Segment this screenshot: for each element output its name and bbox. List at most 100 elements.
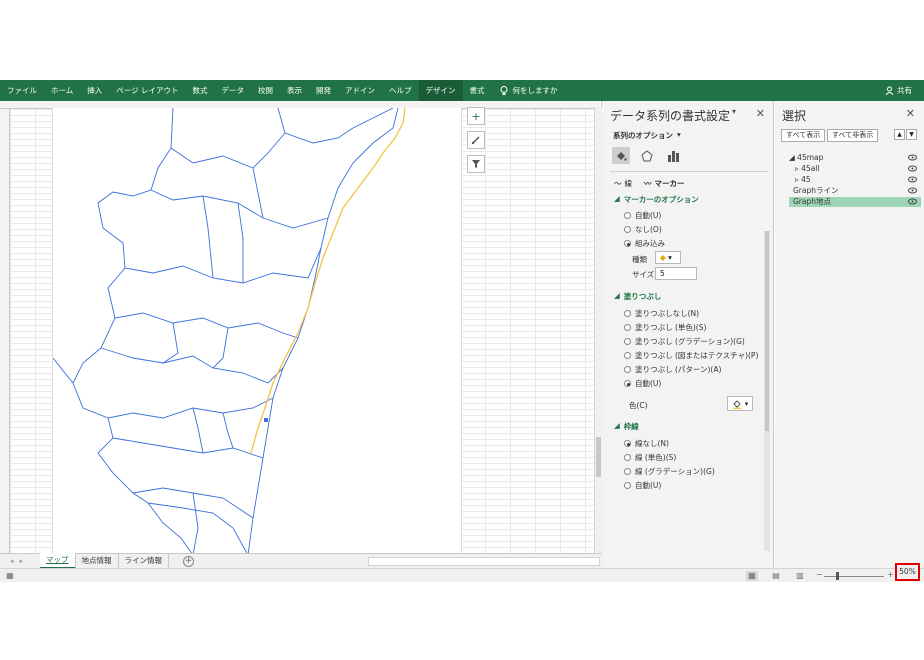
pane-options-dropdown[interactable]: ▾ [732,107,736,116]
radio-dot [624,212,631,219]
bring-forward-button[interactable]: ▲ [894,129,905,140]
tab-review[interactable]: 校閲 [251,80,280,101]
visibility-eye-icon[interactable] [908,198,917,208]
radio-dot [624,338,631,345]
visibility-eye-icon[interactable] [908,187,917,197]
tree-item-45all[interactable]: ▹ 45all [789,164,921,174]
tab-file[interactable]: ファイル [0,80,44,101]
ribbon-tab-bar: ファイル ホーム 挿入 ページ レイアウト 数式 データ 校閲 表示 開発 アド… [0,80,924,101]
tree-item-label: Graphライン [793,186,839,195]
page-layout-view-button[interactable]: ▤ [770,571,782,581]
size-spinner[interactable]: 5 [655,267,697,280]
sheet-tab-lines[interactable]: ライン情報 [119,554,169,568]
pane-scrollbar[interactable] [764,231,770,551]
border-none-radio[interactable]: 線なし(N) [624,438,669,449]
visibility-eye-icon[interactable] [908,165,917,175]
tree-item-label: 45map [797,153,824,162]
close-icon[interactable]: ✕ [756,107,765,120]
hide-all-button[interactable]: すべて非表示 [827,129,879,142]
normal-view-button[interactable]: ▦ [746,571,758,581]
tab-add-ins[interactable]: アドイン [338,80,382,101]
tree-item-graph-point[interactable]: Graph地点 [789,197,921,207]
chart-filters-button[interactable] [467,155,485,173]
chart-styles-button[interactable] [467,131,485,149]
border-solid-radio[interactable]: 線 (単色)(S) [624,452,676,463]
scroll-thumb[interactable] [596,437,601,477]
series-options-tab[interactable] [664,147,682,164]
tell-me-box[interactable]: 何をしますか [492,85,558,96]
fill-gradient-radio[interactable]: 塗りつぶし (グラデーション)(G) [624,336,745,347]
share-button[interactable]: 共有 [885,80,912,101]
effects-tab[interactable] [638,147,656,164]
visibility-eye-icon[interactable] [908,154,917,164]
fill-auto-radio[interactable]: 自動(U) [624,378,661,389]
color-picker-button[interactable]: ▾ [727,396,753,411]
fill-line-tab[interactable] [612,147,630,164]
zoom-out-icon[interactable]: − [816,570,823,579]
fill-solid-label: 塗りつぶし (単色)(S) [635,323,707,332]
tab-home[interactable]: ホーム [44,80,80,101]
map-plot[interactable] [53,108,462,555]
fill-section[interactable]: ◢ 塗りつぶし [614,291,661,302]
color-label: 色(C) [629,401,648,410]
sheet-nav-arrows[interactable]: ◂▸ [0,557,40,565]
tab-formulas[interactable]: 数式 [186,80,215,101]
zoom-knob[interactable] [836,572,839,580]
close-icon[interactable]: ✕ [906,107,915,120]
border-auto-radio[interactable]: 自動(U) [624,480,661,491]
expand-triangle-icon: ◢ [789,153,795,162]
tab-design[interactable]: デザイン [418,80,463,101]
map-chart[interactable] [52,108,462,555]
send-backward-button[interactable]: ▼ [906,129,917,140]
tab-insert[interactable]: 挿入 [80,80,109,101]
zoom-track [824,576,884,577]
border-gradient-radio[interactable]: 線 (グラデーション)(G) [624,466,715,477]
marker-none-radio[interactable]: なし(O) [624,224,662,235]
border-section[interactable]: ◢ 枠線 [614,421,639,432]
marker-builtin-radio[interactable]: 組み込み [624,238,665,249]
subtab-marker[interactable]: 〰マーカー [644,178,685,189]
status-bar: ▦ ▦ ▤ ▥ − + [0,568,924,582]
selected-point-marker[interactable] [264,418,268,422]
fill-picture-radio[interactable]: 塗りつぶし (図またはテクスチャ)(P) [624,350,758,361]
macro-record-icon[interactable]: ▦ [4,571,16,581]
marker-type-dropdown[interactable]: ◆ ▾ [655,251,681,264]
fill-solid-radio[interactable]: 塗りつぶし (単色)(S) [624,322,706,333]
marker-auto-radio[interactable]: 自動(U) [624,210,661,221]
show-all-button[interactable]: すべて表示 [781,129,826,142]
zoom-slider[interactable]: − + [816,570,894,581]
tab-developer[interactable]: 開発 [309,80,338,101]
scroll-thumb[interactable] [765,231,769,431]
page-break-view-button[interactable]: ▥ [794,571,806,581]
visibility-eye-icon[interactable] [908,176,917,186]
tab-format[interactable]: 書式 [463,80,492,101]
add-sheet-button[interactable]: + [183,555,194,567]
zoom-in-icon[interactable]: + [887,570,894,579]
fill-pattern-radio[interactable]: 塗りつぶし (パターン)(A) [624,364,721,375]
marker-options-section[interactable]: ◢ マーカーのオプション [614,194,699,205]
tree-item-45[interactable]: ▹ 45 [789,175,921,185]
border-gradient-label: 線 (グラデーション)(G) [635,467,715,476]
tree-item-graph-line[interactable]: Graphライン [789,186,921,196]
collapsed-triangle-icon: ▹ [795,164,799,173]
vertical-scrollbar[interactable] [594,107,602,553]
sheet-tab-points[interactable]: 地点情報 [76,554,119,568]
worksheet-area[interactable]: + [0,101,602,555]
route-line [250,108,406,454]
chart-elements-button[interactable]: + [467,107,485,125]
zoom-level-button[interactable]: 50% [895,563,920,581]
sheet-tab-map[interactable]: マップ [40,553,76,569]
tab-data[interactable]: データ [215,80,252,101]
tree-item-45map[interactable]: ◢ 45map [789,153,921,163]
bar-chart-icon [668,150,679,162]
fill-auto-label: 自動(U) [635,379,662,388]
series-options-dropdown[interactable]: 系列のオプション ▾ [613,130,681,141]
subtab-line[interactable]: 〜線 [614,178,632,189]
fill-none-radio[interactable]: 塗りつぶしなし(N) [624,308,699,319]
tab-view[interactable]: 表示 [280,80,309,101]
paint-bucket-icon [732,399,741,409]
horizontal-scrollbar[interactable] [368,557,600,566]
collapse-triangle-icon: ◢ [614,291,620,300]
tab-page-layout[interactable]: ページ レイアウト [109,80,185,101]
tab-help[interactable]: ヘルプ [382,80,419,101]
